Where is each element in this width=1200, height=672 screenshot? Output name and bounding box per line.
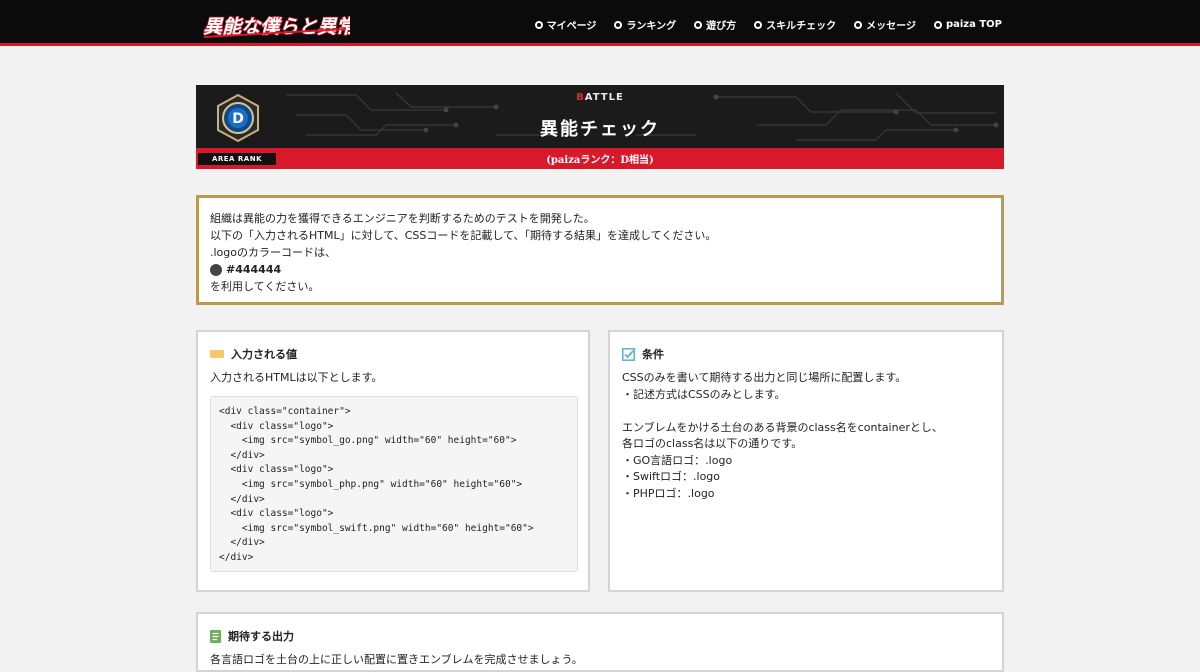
svg-text:異能な僕らと異常な世界: 異能な僕らと異常な世界 bbox=[202, 15, 350, 38]
rank-subtitle: (paizaランク：D相当) bbox=[546, 155, 654, 166]
input-panel-title: 入力される値 bbox=[231, 348, 297, 361]
nav-message[interactable]: メッセージ bbox=[854, 17, 916, 32]
page-title: 異能チェック bbox=[540, 119, 660, 140]
input-icon bbox=[210, 350, 224, 358]
main-nav: マイページ ランキング 遊び方 スキルチェック メッセージ paiza TOP bbox=[534, 17, 1002, 32]
checkbox-icon bbox=[622, 347, 635, 361]
nav-ranking[interactable]: ランキング bbox=[614, 17, 676, 32]
expected-panel-header: 期待する出力 bbox=[210, 628, 294, 644]
nav-skillcheck[interactable]: スキルチェック bbox=[754, 17, 836, 32]
input-panel-header: 入力される値 bbox=[210, 346, 297, 362]
expected-panel-title: 期待する出力 bbox=[228, 630, 294, 643]
input-intro: 入力されるHTMLは以下とします。 bbox=[210, 371, 383, 384]
nav-howto[interactable]: 遊び方 bbox=[694, 17, 736, 32]
bullet-icon bbox=[854, 20, 863, 29]
description-line-1: 組織は異能の力を獲得できるエンジニアを判断するためのテストを開発した。 bbox=[210, 212, 595, 225]
description-line-2: 以下の「入力されるHTML」に対して、CSSコードを記載して、「期待する結果」を… bbox=[210, 229, 717, 242]
bullet-icon bbox=[534, 20, 543, 29]
nav-mypage[interactable]: マイページ bbox=[534, 17, 596, 32]
bullet-icon bbox=[694, 20, 703, 29]
bullet-icon bbox=[933, 20, 942, 29]
expected-text: 各言語ロゴを土台の上に正しい配置に置きエンブレムを完成させましょう。 bbox=[210, 653, 583, 666]
condition-text: CSSのみを書いて期待する出力と同じ場所に配置します。 ・記述方式はCSSのみと… bbox=[622, 371, 943, 500]
expected-output-panel: 期待する出力 各言語ロゴを土台の上に正しい配置に置きエンブレムを完成させましょう… bbox=[196, 612, 1004, 672]
site-logo[interactable]: 異能な僕らと異常な世界 bbox=[200, 6, 350, 42]
condition-panel: 条件 CSSのみを書いて期待する出力と同じ場所に配置します。 ・記述方式はCSS… bbox=[608, 330, 1004, 592]
description-line-4: を利用してください。 bbox=[210, 280, 320, 293]
bullet-icon bbox=[754, 20, 763, 29]
color-swatch-icon bbox=[210, 263, 222, 276]
problem-description: 組織は異能の力を獲得できるエンジニアを判断するためのテストを開発した。 以下の「… bbox=[196, 195, 1004, 305]
condition-panel-title: 条件 bbox=[642, 348, 664, 361]
color-code: #444444 bbox=[226, 263, 282, 276]
input-html-code[interactable]: <div class="container"> <div class="logo… bbox=[210, 396, 578, 572]
battle-label: BATTLE bbox=[576, 92, 624, 103]
battle-banner: D AREA RANK BATTLE 異能チェック (paizaランク：D相当) bbox=[196, 85, 1004, 169]
document-icon bbox=[210, 629, 221, 643]
nav-paiza-top[interactable]: paiza TOP bbox=[933, 17, 1002, 32]
description-line-3: .logoのカラーコードは、 bbox=[210, 246, 336, 259]
top-navigation-bar: 異能な僕らと異常な世界 マイページ ランキング 遊び方 スキルチェック メッセー… bbox=[0, 0, 1200, 46]
input-panel: 入力される値 入力されるHTMLは以下とします。 <div class="con… bbox=[196, 330, 590, 592]
color-code-line: #444444 bbox=[210, 261, 990, 278]
bullet-icon bbox=[614, 20, 623, 29]
condition-panel-header: 条件 bbox=[622, 346, 664, 362]
